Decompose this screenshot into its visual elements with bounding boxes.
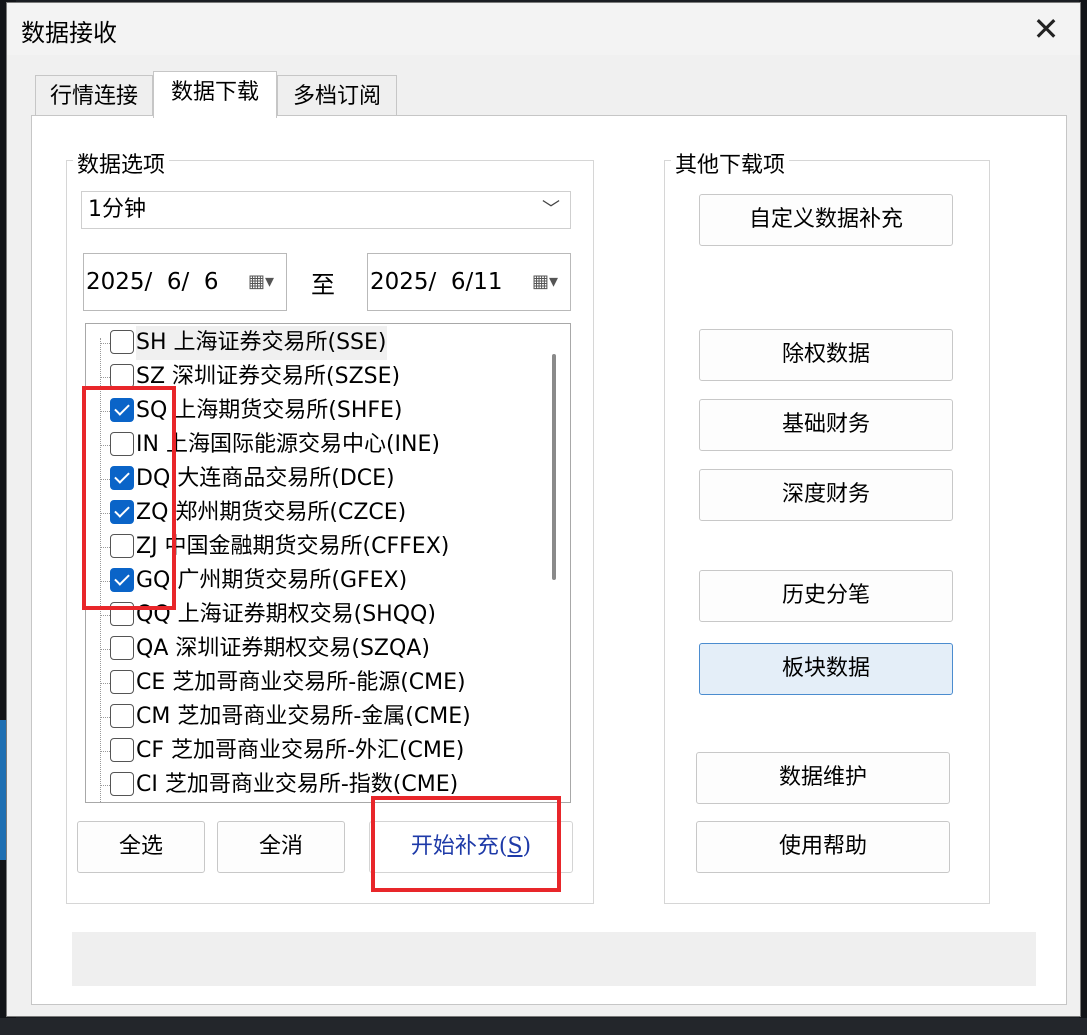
list-item[interactable]: SQ 上海期货交易所(SHFE) bbox=[86, 394, 556, 428]
dialog-title: 数据接收 bbox=[21, 19, 117, 47]
exchange-label: ZJ 中国金融期货交易所(CFFEX) bbox=[136, 534, 450, 559]
exchange-label: IN 上海国际能源交易中心(INE) bbox=[136, 432, 440, 457]
tab-data-download[interactable]: 数据下载 bbox=[153, 71, 277, 118]
help-button[interactable]: 使用帮助 bbox=[696, 821, 950, 873]
start-hotkey: S bbox=[507, 834, 523, 859]
exchange-label: GQ 广州期货交易所(GFEX) bbox=[136, 568, 408, 593]
data-options-group: 数据选项 1分钟 ﹀ 2025/ 6/ 6 ▦▾ 至 2025/ 6/11 ▦▾… bbox=[66, 147, 594, 904]
exchange-label: ZQ 郑州期货交易所(CZCE) bbox=[136, 500, 407, 525]
data-download-panel: 数据选项 1分钟 ﹀ 2025/ 6/ 6 ▦▾ 至 2025/ 6/11 ▦▾… bbox=[31, 115, 1067, 1005]
exchange-checkbox[interactable] bbox=[110, 330, 134, 354]
period-value: 1分钟 bbox=[88, 197, 146, 222]
data-receive-dialog: 数据接收 ✕ 行情连接 数据下载 多档订阅 数据选项 1分钟 ﹀ 2025/ 6… bbox=[6, 2, 1081, 1017]
tree-connector bbox=[100, 377, 110, 378]
tree-connector bbox=[100, 785, 110, 786]
tree-connector bbox=[100, 683, 110, 684]
date-range-separator: 至 bbox=[311, 271, 335, 299]
tree-connector bbox=[100, 343, 110, 344]
exchange-checkbox[interactable] bbox=[110, 568, 134, 592]
list-item[interactable]: CI 芝加哥商业交易所-指数(CME) bbox=[86, 768, 556, 802]
custom-supplement-button[interactable]: 自定义数据补充 bbox=[699, 194, 953, 246]
exchange-label: QQ 上海证券期权交易(SHQQ) bbox=[136, 602, 436, 627]
start-date-picker[interactable]: 2025/ 6/ 6 ▦▾ bbox=[83, 253, 287, 311]
calendar-dropdown-icon[interactable]: ▦▾ bbox=[248, 272, 274, 292]
list-item[interactable]: IN 上海国际能源交易中心(INE) bbox=[86, 428, 556, 462]
exchange-list[interactable]: SH 上海证券交易所(SSE) SZ 深圳证券交易所(SZSE) SQ 上海期货交易… bbox=[85, 323, 571, 803]
list-item[interactable]: QA 深圳证券期权交易(SZQA) bbox=[86, 632, 556, 666]
other-downloads-title: 其他下载项 bbox=[671, 147, 790, 179]
start-close: ) bbox=[522, 834, 532, 859]
list-item[interactable]: QQ 上海证券期权交易(SHQQ) bbox=[86, 598, 556, 632]
exchange-checkbox[interactable] bbox=[110, 636, 134, 660]
tree-connector bbox=[100, 445, 110, 446]
tab-multi-level-subscribe[interactable]: 多档订阅 bbox=[277, 75, 397, 117]
list-item[interactable]: GQ 广州期货交易所(GFEX) bbox=[86, 564, 556, 598]
sector-data-button[interactable]: 板块数据 bbox=[699, 643, 953, 695]
list-item[interactable]: SH 上海证券交易所(SSE) bbox=[86, 326, 556, 360]
tree-connector bbox=[100, 717, 110, 718]
exchange-checkbox[interactable] bbox=[110, 602, 134, 626]
period-select[interactable]: 1分钟 ﹀ bbox=[81, 191, 571, 229]
status-bar bbox=[72, 932, 1036, 986]
end-date-picker[interactable]: 2025/ 6/11 ▦▾ bbox=[367, 253, 571, 311]
exchange-label: CI 芝加哥商业交易所-指数(CME) bbox=[136, 772, 459, 797]
other-downloads-group: 其他下载项 自定义数据补充 除权数据 基础财务 深度财务 历史分笔 板块数据 数… bbox=[664, 147, 990, 904]
end-date-value: 2025/ 6/11 bbox=[370, 269, 503, 295]
calendar-dropdown-icon[interactable]: ▦▾ bbox=[532, 272, 558, 292]
exchange-checkbox[interactable] bbox=[110, 466, 134, 490]
start-supplement-button[interactable]: 开始补充(S) bbox=[369, 821, 573, 873]
title-bar: 数据接收 ✕ bbox=[7, 3, 1080, 55]
historical-ticks-button[interactable]: 历史分笔 bbox=[699, 570, 953, 622]
select-all-button[interactable]: 全选 bbox=[77, 821, 205, 873]
list-item[interactable]: CM 芝加哥商业交易所-金属(CME) bbox=[86, 700, 556, 734]
tree-connector bbox=[100, 751, 110, 752]
start-date-value: 2025/ 6/ 6 bbox=[86, 269, 219, 295]
deep-financials-button[interactable]: 深度财务 bbox=[699, 469, 953, 521]
tree-connector bbox=[100, 513, 110, 514]
exchange-checkbox[interactable] bbox=[110, 432, 134, 456]
list-item[interactable]: ZJ 中国金融期货交易所(CFFEX) bbox=[86, 530, 556, 564]
exchange-label: CE 芝加哥商业交易所-能源(CME) bbox=[136, 670, 466, 695]
close-icon[interactable]: ✕ bbox=[1026, 9, 1066, 49]
list-item[interactable]: CE 芝加哥商业交易所-能源(CME) bbox=[86, 666, 556, 700]
list-scrollbar[interactable] bbox=[552, 354, 556, 580]
exchange-label: SZ 深圳证券交易所(SZSE) bbox=[136, 364, 401, 389]
exchange-checkbox[interactable] bbox=[110, 364, 134, 388]
start-label: 开始补充( bbox=[410, 834, 508, 859]
exchange-checkbox[interactable] bbox=[110, 500, 134, 524]
list-item[interactable]: CF 芝加哥商业交易所-外汇(CME) bbox=[86, 734, 556, 768]
exchange-checkbox[interactable] bbox=[110, 398, 134, 422]
tree-connector bbox=[100, 411, 110, 412]
deselect-all-button[interactable]: 全消 bbox=[217, 821, 345, 873]
exchange-label: CF 芝加哥商业交易所-外汇(CME) bbox=[136, 738, 465, 763]
list-item[interactable]: SZ 深圳证券交易所(SZSE) bbox=[86, 360, 556, 394]
list-item[interactable]: ZQ 郑州期货交易所(CZCE) bbox=[86, 496, 556, 530]
exchange-checkbox[interactable] bbox=[110, 772, 134, 796]
tree-connector bbox=[100, 479, 110, 480]
data-options-title: 数据选项 bbox=[73, 147, 170, 179]
tree-connector bbox=[100, 547, 110, 548]
exchange-checkbox[interactable] bbox=[110, 534, 134, 558]
list-item[interactable]: DQ 大连商品交易所(DCE) bbox=[86, 462, 556, 496]
exchange-label: QA 深圳证券期权交易(SZQA) bbox=[136, 636, 430, 661]
exchange-checkbox[interactable] bbox=[110, 738, 134, 762]
exchange-label: DQ 大连商品交易所(DCE) bbox=[136, 466, 395, 491]
chevron-down-icon: ﹀ bbox=[542, 199, 560, 220]
basic-financials-button[interactable]: 基础财务 bbox=[699, 399, 953, 451]
tab-market-connection[interactable]: 行情连接 bbox=[35, 75, 153, 117]
exchange-label: SH 上海证券交易所(SSE) bbox=[136, 326, 387, 360]
background-app-bottom bbox=[0, 1018, 1087, 1035]
exchange-label: CM 芝加哥商业交易所-金属(CME) bbox=[136, 704, 471, 729]
ex-rights-data-button[interactable]: 除权数据 bbox=[699, 329, 953, 381]
tree-connector bbox=[100, 581, 110, 582]
data-maintenance-button[interactable]: 数据维护 bbox=[696, 752, 950, 804]
tree-connector bbox=[100, 649, 110, 650]
exchange-label: SQ 上海期货交易所(SHFE) bbox=[136, 398, 403, 423]
exchange-checkbox[interactable] bbox=[110, 670, 134, 694]
exchange-checkbox[interactable] bbox=[110, 704, 134, 728]
tree-connector bbox=[100, 615, 110, 616]
